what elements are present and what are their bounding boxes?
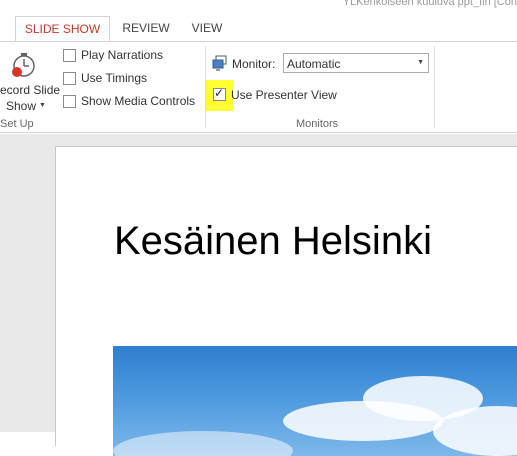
tab-review[interactable]: REVIEW bbox=[115, 16, 177, 41]
play-narrations-label: Play Narrations bbox=[81, 48, 164, 62]
use-presenter-view-label: Use Presenter View bbox=[231, 88, 337, 102]
slide-canvas[interactable]: Kesäinen Helsinki bbox=[55, 146, 517, 456]
tab-view[interactable]: VIEW bbox=[182, 16, 232, 41]
play-narrations-checkbox[interactable]: Play Narrations bbox=[63, 48, 193, 64]
checkbox-box bbox=[63, 49, 76, 62]
use-timings-checkbox[interactable]: Use Timings bbox=[63, 71, 193, 87]
show-media-controls-checkbox[interactable]: Show Media Controls bbox=[63, 94, 198, 110]
use-presenter-view-checkbox[interactable]: ✓ Use Presenter View bbox=[213, 86, 338, 103]
tab-slide-show[interactable]: SLIDE SHOW bbox=[15, 16, 110, 42]
record-slide-show-button[interactable]: ecord Slide Show ▼ bbox=[0, 47, 60, 115]
group-divider bbox=[434, 46, 435, 128]
window-title: YLKerikoiseen kuuluva ppt_fin [Con bbox=[342, 0, 517, 8]
checkbox-box bbox=[63, 95, 76, 108]
monitors-group-label: Monitors bbox=[296, 118, 339, 130]
record-label-line1: ecord Slide bbox=[0, 83, 61, 97]
sky-photo[interactable] bbox=[113, 346, 517, 456]
monitor-icon bbox=[212, 55, 228, 76]
slide-title[interactable]: Kesäinen Helsinki bbox=[114, 219, 432, 264]
chevron-down-icon: ▼ bbox=[39, 102, 46, 109]
dropdown-arrow-icon: ▼ bbox=[417, 59, 424, 66]
use-timings-label: Use Timings bbox=[81, 71, 148, 85]
cloud bbox=[113, 431, 293, 456]
ribbon-tab-row: SLIDE SHOW REVIEW VIEW bbox=[0, 16, 517, 42]
set-up-group-label: Set Up bbox=[0, 118, 34, 130]
record-label-line2: Show bbox=[6, 99, 37, 113]
checkbox-box bbox=[63, 72, 76, 85]
checkmark-icon: ✓ bbox=[214, 86, 225, 100]
record-icon bbox=[8, 51, 38, 84]
title-bar: YLKerikoiseen kuuluva ppt_fin [Con bbox=[0, 0, 517, 16]
monitor-select[interactable]: Automatic ▼ bbox=[283, 53, 429, 73]
monitor-label: Monitor: bbox=[232, 57, 276, 71]
show-media-controls-label: Show Media Controls bbox=[81, 94, 196, 108]
monitor-select-value: Automatic bbox=[287, 57, 341, 71]
